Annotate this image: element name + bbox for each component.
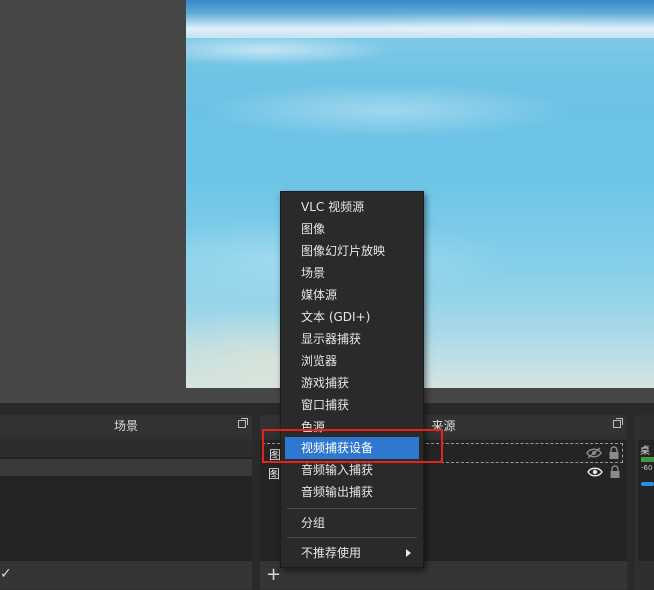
scene-row[interactable] [0,440,252,457]
volume-slider[interactable] [641,482,654,486]
scenes-dock-title: 场景 [0,415,252,437]
lock-icon[interactable] [608,446,620,460]
meter-scale-label: -60 [641,464,653,472]
float-dock-icon[interactable] [238,418,248,428]
menu-item-media-source[interactable]: 媒体源 [285,284,419,306]
menu-item-image[interactable]: 图像 [285,218,419,240]
scenes-toolbar: ✓ [0,561,252,589]
menu-item-vlc-source[interactable]: VLC 视频源 [285,196,419,218]
menu-item-deprecated-label: 不推荐使用 [301,546,362,560]
lock-icon[interactable] [609,465,621,479]
eye-hidden-icon[interactable] [586,447,602,459]
add-source-context-menu: VLC 视频源 图像 图像幻灯片放映 场景 媒体源 文本 (GDI+) 显示器捕… [280,191,424,568]
scenes-dock: 场景 ✓ [0,415,252,590]
eye-icon[interactable] [587,466,603,478]
audio-mixer-dock: 桌 -60 [635,415,654,590]
menu-item-audio-output-capture[interactable]: 音频输出捕获 [285,481,419,503]
volume-meter [641,457,654,462]
menu-item-display-capture[interactable]: 显示器捕获 [285,328,419,350]
annotation-highlight-box [262,429,443,463]
scene-row[interactable] [0,459,252,476]
menu-separator [287,537,417,538]
menu-item-browser[interactable]: 浏览器 [285,350,419,372]
mixer-channel: 桌 -60 [638,440,654,561]
menu-item-scene[interactable]: 场景 [285,262,419,284]
menu-item-text-gdi[interactable]: 文本 (GDI+) [285,306,419,328]
source-label: 图 [268,467,281,481]
scenes-list[interactable] [0,440,252,561]
menu-separator [287,508,417,509]
menu-item-group[interactable]: 分组 [285,512,419,534]
obs-window: 场景 ✓ 来源 图 图 + 桌 -60 VLC 视频源 图像 图像幻灯片放映 场… [0,0,654,590]
menu-item-image-slideshow[interactable]: 图像幻灯片放映 [285,240,419,262]
submenu-arrow-icon [406,549,411,557]
menu-item-game-capture[interactable]: 游戏捕获 [285,372,419,394]
check-icon[interactable]: ✓ [0,566,12,582]
menu-item-window-capture[interactable]: 窗口捕获 [285,394,419,416]
add-source-plus-icon[interactable]: + [266,564,281,585]
float-dock-icon[interactable] [613,418,623,428]
menu-item-deprecated[interactable]: 不推荐使用 [285,542,419,564]
mixer-channel-label: 桌 [640,446,650,457]
